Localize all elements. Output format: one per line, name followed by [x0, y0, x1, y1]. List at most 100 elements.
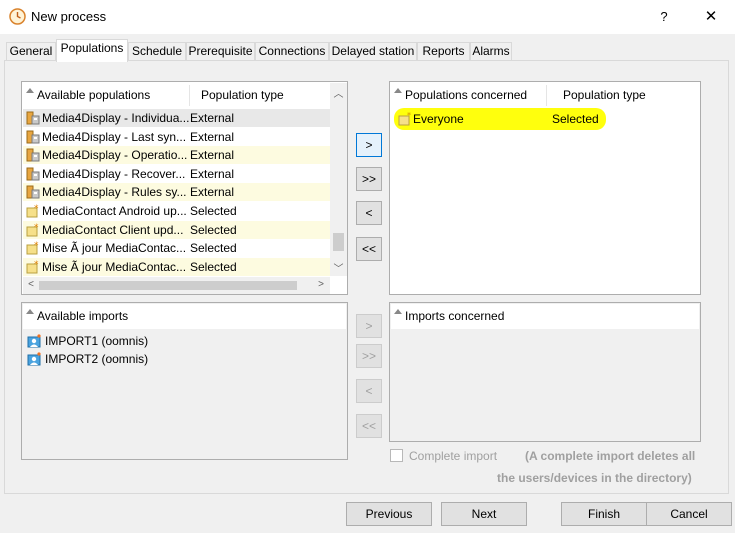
- selected-population-icon: *: [26, 260, 39, 274]
- tab-delayed-station[interactable]: Delayed station: [329, 42, 417, 61]
- list-item[interactable]: Media4Display - Last syn... External: [23, 128, 330, 146]
- column-header-available-imports[interactable]: Available imports: [26, 304, 226, 329]
- imports-concerned-header: Imports concerned: [391, 304, 699, 329]
- populations-concerned-list[interactable]: Populations concerned Population type * …: [389, 81, 701, 295]
- column-header-imports-concerned[interactable]: Imports concerned: [394, 304, 594, 329]
- selected-population-icon: *: [26, 241, 39, 255]
- column-divider[interactable]: [546, 85, 547, 106]
- external-population-icon: [26, 148, 40, 162]
- import-name: IMPORT2 (oomnis): [45, 352, 149, 366]
- column-divider[interactable]: [189, 85, 190, 106]
- list-item[interactable]: * MediaContact Android up... Selected: [23, 202, 330, 220]
- list-item[interactable]: Media4Display - Individua... External: [23, 109, 330, 127]
- population-type: External: [190, 148, 235, 163]
- add-import-button[interactable]: >: [356, 314, 382, 338]
- scroll-thumb[interactable]: [39, 281, 297, 290]
- horizontal-scrollbar[interactable]: < >: [23, 277, 330, 294]
- column-header-label: Imports concerned: [405, 309, 505, 323]
- cancel-button[interactable]: Cancel: [646, 502, 732, 526]
- tab-connections[interactable]: Connections: [255, 42, 329, 61]
- population-name: Media4Display - Rules sy...: [42, 185, 187, 200]
- list-item[interactable]: IMPORT2 (oomnis): [23, 350, 323, 368]
- add-all-imports-button[interactable]: >>: [356, 344, 382, 368]
- population-type: Selected: [190, 241, 237, 256]
- population-type: Selected: [552, 112, 599, 126]
- external-population-icon: [26, 111, 40, 125]
- list-item[interactable]: * Mise Ã jour MediaContac... Selected: [23, 239, 330, 257]
- list-item[interactable]: Media4Display - Recover... External: [23, 165, 330, 183]
- populations-concerned-header: Populations concerned Population type: [391, 83, 699, 108]
- complete-import-checkbox[interactable]: [390, 449, 403, 462]
- column-header-label: Available populations: [37, 88, 151, 102]
- scroll-right-arrow-icon[interactable]: >: [315, 279, 327, 290]
- population-type: Selected: [190, 222, 237, 237]
- tab-alarms[interactable]: Alarms: [470, 42, 512, 61]
- population-name: MediaContact Client upd...: [42, 222, 184, 237]
- list-item[interactable]: * Mise Ã jour MediaContac... Selected: [23, 257, 330, 276]
- external-population-icon: [26, 167, 40, 181]
- column-header-label: Available imports: [37, 309, 129, 323]
- column-header-available-populations[interactable]: Available populations: [26, 83, 186, 108]
- available-populations-list[interactable]: Available populations Population type Me…: [21, 81, 348, 295]
- import-name: IMPORT1 (oomnis): [45, 334, 149, 348]
- svg-text:*: *: [34, 260, 39, 270]
- tab-reports[interactable]: Reports: [417, 42, 470, 61]
- finish-button[interactable]: Finish: [561, 502, 647, 526]
- import-icon: [27, 352, 41, 366]
- complete-import-label: Complete import: [409, 449, 498, 463]
- remove-import-button[interactable]: <: [356, 379, 382, 403]
- close-button[interactable]: ✕: [698, 6, 724, 28]
- population-type: Selected: [190, 204, 237, 218]
- scroll-down-arrow-icon[interactable]: ﹀: [330, 260, 347, 275]
- import-icon: [27, 334, 41, 348]
- process-clock-icon: [9, 8, 26, 25]
- remove-all-populations-button[interactable]: <<: [356, 237, 382, 261]
- tab-populations[interactable]: Populations: [56, 39, 128, 62]
- add-all-populations-button[interactable]: >>: [356, 167, 382, 191]
- list-item[interactable]: IMPORT1 (oomnis): [23, 332, 323, 350]
- selected-population-icon: *: [398, 112, 411, 126]
- next-button[interactable]: Next: [441, 502, 527, 526]
- population-name: MediaContact Android up...: [42, 204, 187, 218]
- tab-schedule[interactable]: Schedule: [128, 42, 186, 61]
- population-name: Mise Ã jour MediaContac...: [42, 259, 187, 274]
- column-header-populations-concerned[interactable]: Populations concerned: [394, 83, 542, 108]
- svg-text:*: *: [34, 241, 39, 251]
- add-population-button[interactable]: >: [356, 133, 382, 157]
- tab-prerequisite[interactable]: Prerequisite: [186, 42, 255, 61]
- population-type: External: [190, 111, 235, 125]
- population-type: External: [190, 166, 235, 181]
- previous-button[interactable]: Previous: [346, 502, 432, 526]
- population-name: Media4Display - Operatio...: [42, 148, 188, 163]
- imports-concerned-list[interactable]: Imports concerned: [389, 302, 701, 442]
- remove-all-imports-button[interactable]: <<: [356, 414, 382, 438]
- scroll-thumb[interactable]: [333, 233, 344, 251]
- list-item[interactable]: Media4Display - Rules sy... External: [23, 183, 330, 202]
- list-item[interactable]: Media4Display - Operatio... External: [23, 146, 330, 165]
- population-type: External: [190, 185, 235, 200]
- list-item[interactable]: * Everyone Selected: [391, 110, 691, 128]
- tab-general[interactable]: General: [6, 42, 56, 61]
- window-title: New process: [31, 9, 107, 24]
- available-populations-header: Available populations Population type: [23, 83, 331, 108]
- population-name: Media4Display - Last syn...: [42, 129, 187, 144]
- population-name: Mise Ã jour MediaContac...: [42, 241, 187, 256]
- sort-up-icon: [26, 309, 34, 314]
- scroll-left-arrow-icon[interactable]: <: [25, 279, 37, 290]
- populations-tab-page: Available populations Population type Me…: [4, 60, 729, 494]
- sort-up-icon: [394, 88, 402, 93]
- complete-import-note-line2: the users/devices in the directory): [497, 471, 692, 485]
- list-item[interactable]: * MediaContact Client upd... Selected: [23, 220, 330, 239]
- population-type: External: [190, 129, 235, 144]
- population-name: Media4Display - Recover...: [42, 166, 186, 181]
- column-header-population-type[interactable]: Population type: [563, 83, 683, 108]
- selected-population-icon: *: [26, 204, 39, 218]
- vertical-scrollbar[interactable]: ︿ ﹀: [330, 83, 347, 276]
- svg-text:*: *: [34, 204, 39, 214]
- scroll-up-arrow-icon[interactable]: ︿: [330, 85, 347, 100]
- column-header-population-type[interactable]: Population type: [201, 83, 321, 108]
- available-imports-list[interactable]: Available imports IMPORT1 (oomnis) IMPOR…: [21, 302, 348, 460]
- remove-population-button[interactable]: <: [356, 201, 382, 225]
- svg-text:*: *: [407, 112, 411, 120]
- help-button[interactable]: ?: [652, 6, 676, 28]
